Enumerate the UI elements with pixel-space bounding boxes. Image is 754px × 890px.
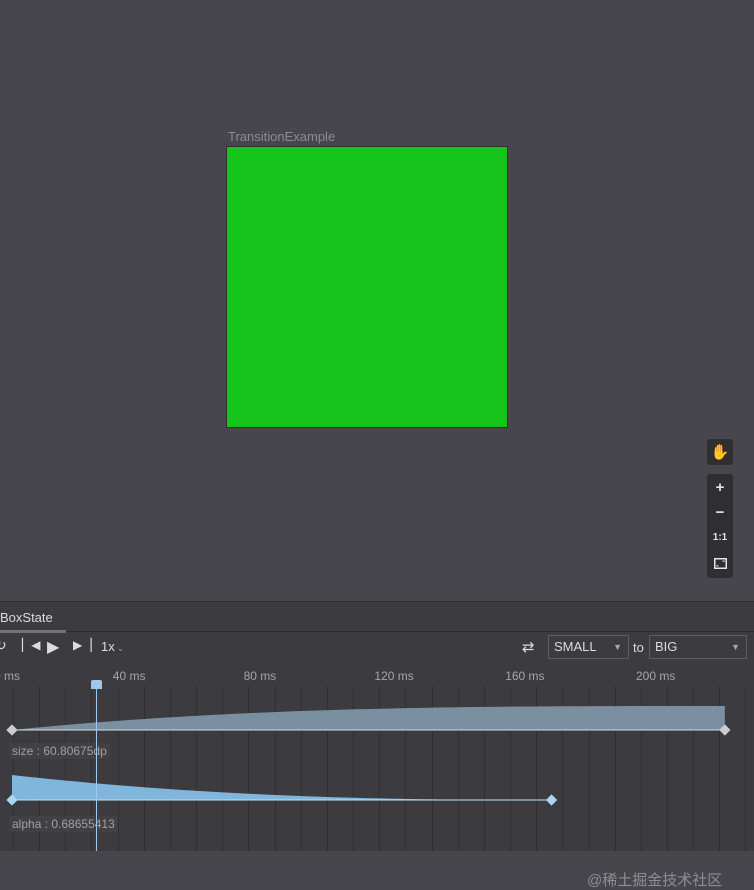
play-icon[interactable]: ▶	[47, 637, 59, 657]
from-state-select[interactable]: SMALL ▼	[548, 635, 629, 659]
tick-label: 0 ms	[0, 669, 21, 683]
playhead-handle[interactable]	[91, 680, 103, 689]
hand-icon: ✋	[710, 444, 730, 461]
playback-toolbar: ↻ ▏◀ ▶ ▶▕ 1x ⌄ ⇄ SMALL ▼ to BIG ▼	[0, 632, 754, 664]
playhead-line[interactable]	[96, 682, 98, 851]
tick-label: 80 ms	[243, 669, 277, 683]
tick-label: 120 ms	[374, 669, 414, 683]
zoom-controls: + − 1:1	[707, 474, 733, 578]
animation-panel: BoxState ↻ ▏◀ ▶ ▶▕ 1x ⌄ ⇄ SMALL ▼ to BIG …	[0, 601, 754, 889]
to-state-value: BIG	[655, 639, 678, 654]
to-label: to	[633, 640, 644, 655]
dropdown-arrow-icon: ▼	[731, 642, 740, 652]
preview-box[interactable]	[226, 146, 508, 428]
to-state-select[interactable]: BIG ▼	[649, 635, 747, 659]
alpha-end-keyframe	[545, 794, 558, 806]
size-curve	[12, 706, 725, 730]
speed-dropdown[interactable]: 1x ⌄	[101, 639, 124, 654]
zoom-in-button[interactable]: +	[707, 474, 733, 500]
fit-screen-button[interactable]	[707, 550, 733, 576]
tab-bar: BoxState	[0, 602, 754, 633]
tab-boxstate[interactable]: BoxState	[0, 610, 66, 633]
alpha-curve	[12, 775, 552, 800]
tick-label: 40 ms	[112, 669, 146, 683]
preview-canvas: TransitionExample ✋ + − 1:1	[0, 0, 754, 601]
fit-screen-icon	[713, 557, 727, 569]
swap-states-icon[interactable]: ⇄	[522, 638, 535, 656]
actual-size-button[interactable]: 1:1	[707, 524, 733, 550]
dropdown-arrow-icon: ▼	[613, 642, 622, 652]
chevron-down-icon: ⌄	[116, 643, 125, 653]
tick-label: 200 ms	[636, 669, 676, 683]
skip-to-end-icon[interactable]: ▶▕	[73, 638, 91, 652]
size-track-label: size : 60.80675dp	[9, 743, 110, 759]
from-state-value: SMALL	[554, 639, 597, 654]
skip-to-start-icon[interactable]: ▏◀	[22, 638, 40, 652]
speed-value: 1x	[101, 639, 115, 654]
watermark: @稀土掘金技术社区	[587, 872, 723, 889]
tick-label: 160 ms	[505, 669, 545, 683]
size-start-keyframe	[6, 724, 18, 736]
alpha-track-label: alpha : 0.68655413	[9, 816, 118, 832]
preview-label: TransitionExample	[228, 129, 336, 144]
restart-icon[interactable]: ↻	[0, 637, 7, 654]
pan-button[interactable]: ✋	[707, 439, 733, 465]
zoom-out-button[interactable]: −	[707, 499, 733, 525]
timeline[interactable]: 0 ms 40 ms 80 ms 120 ms 160 ms 200 ms size : …	[0, 664, 754, 889]
